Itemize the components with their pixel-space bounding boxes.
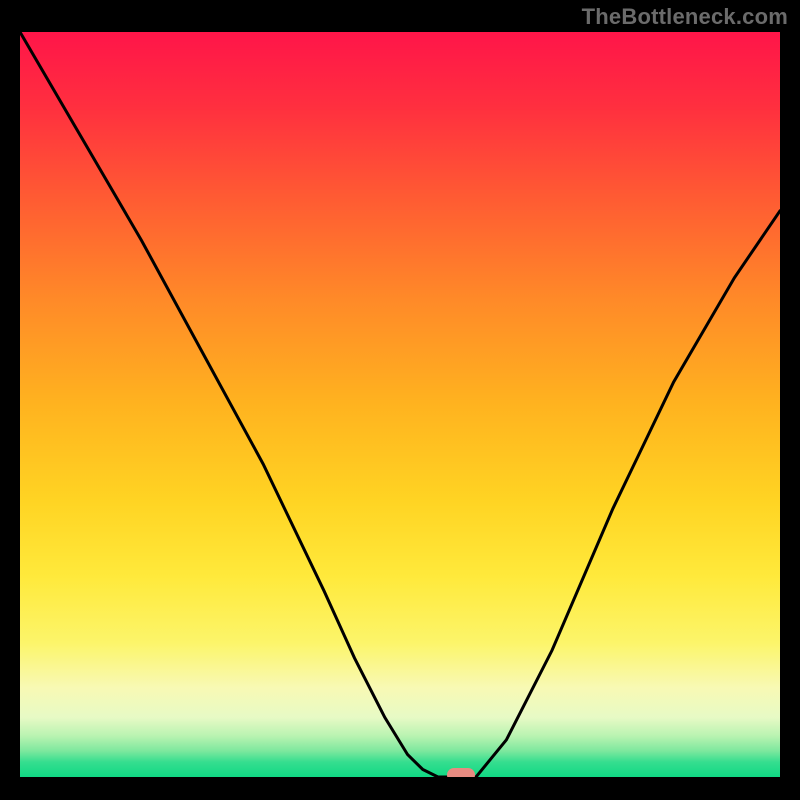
plot-area	[20, 32, 780, 777]
optimum-marker	[447, 768, 475, 777]
chart-frame: TheBottleneck.com	[0, 0, 800, 800]
watermark-text: TheBottleneck.com	[582, 4, 788, 30]
bottleneck-curve	[20, 32, 780, 777]
curve-path	[20, 32, 780, 777]
